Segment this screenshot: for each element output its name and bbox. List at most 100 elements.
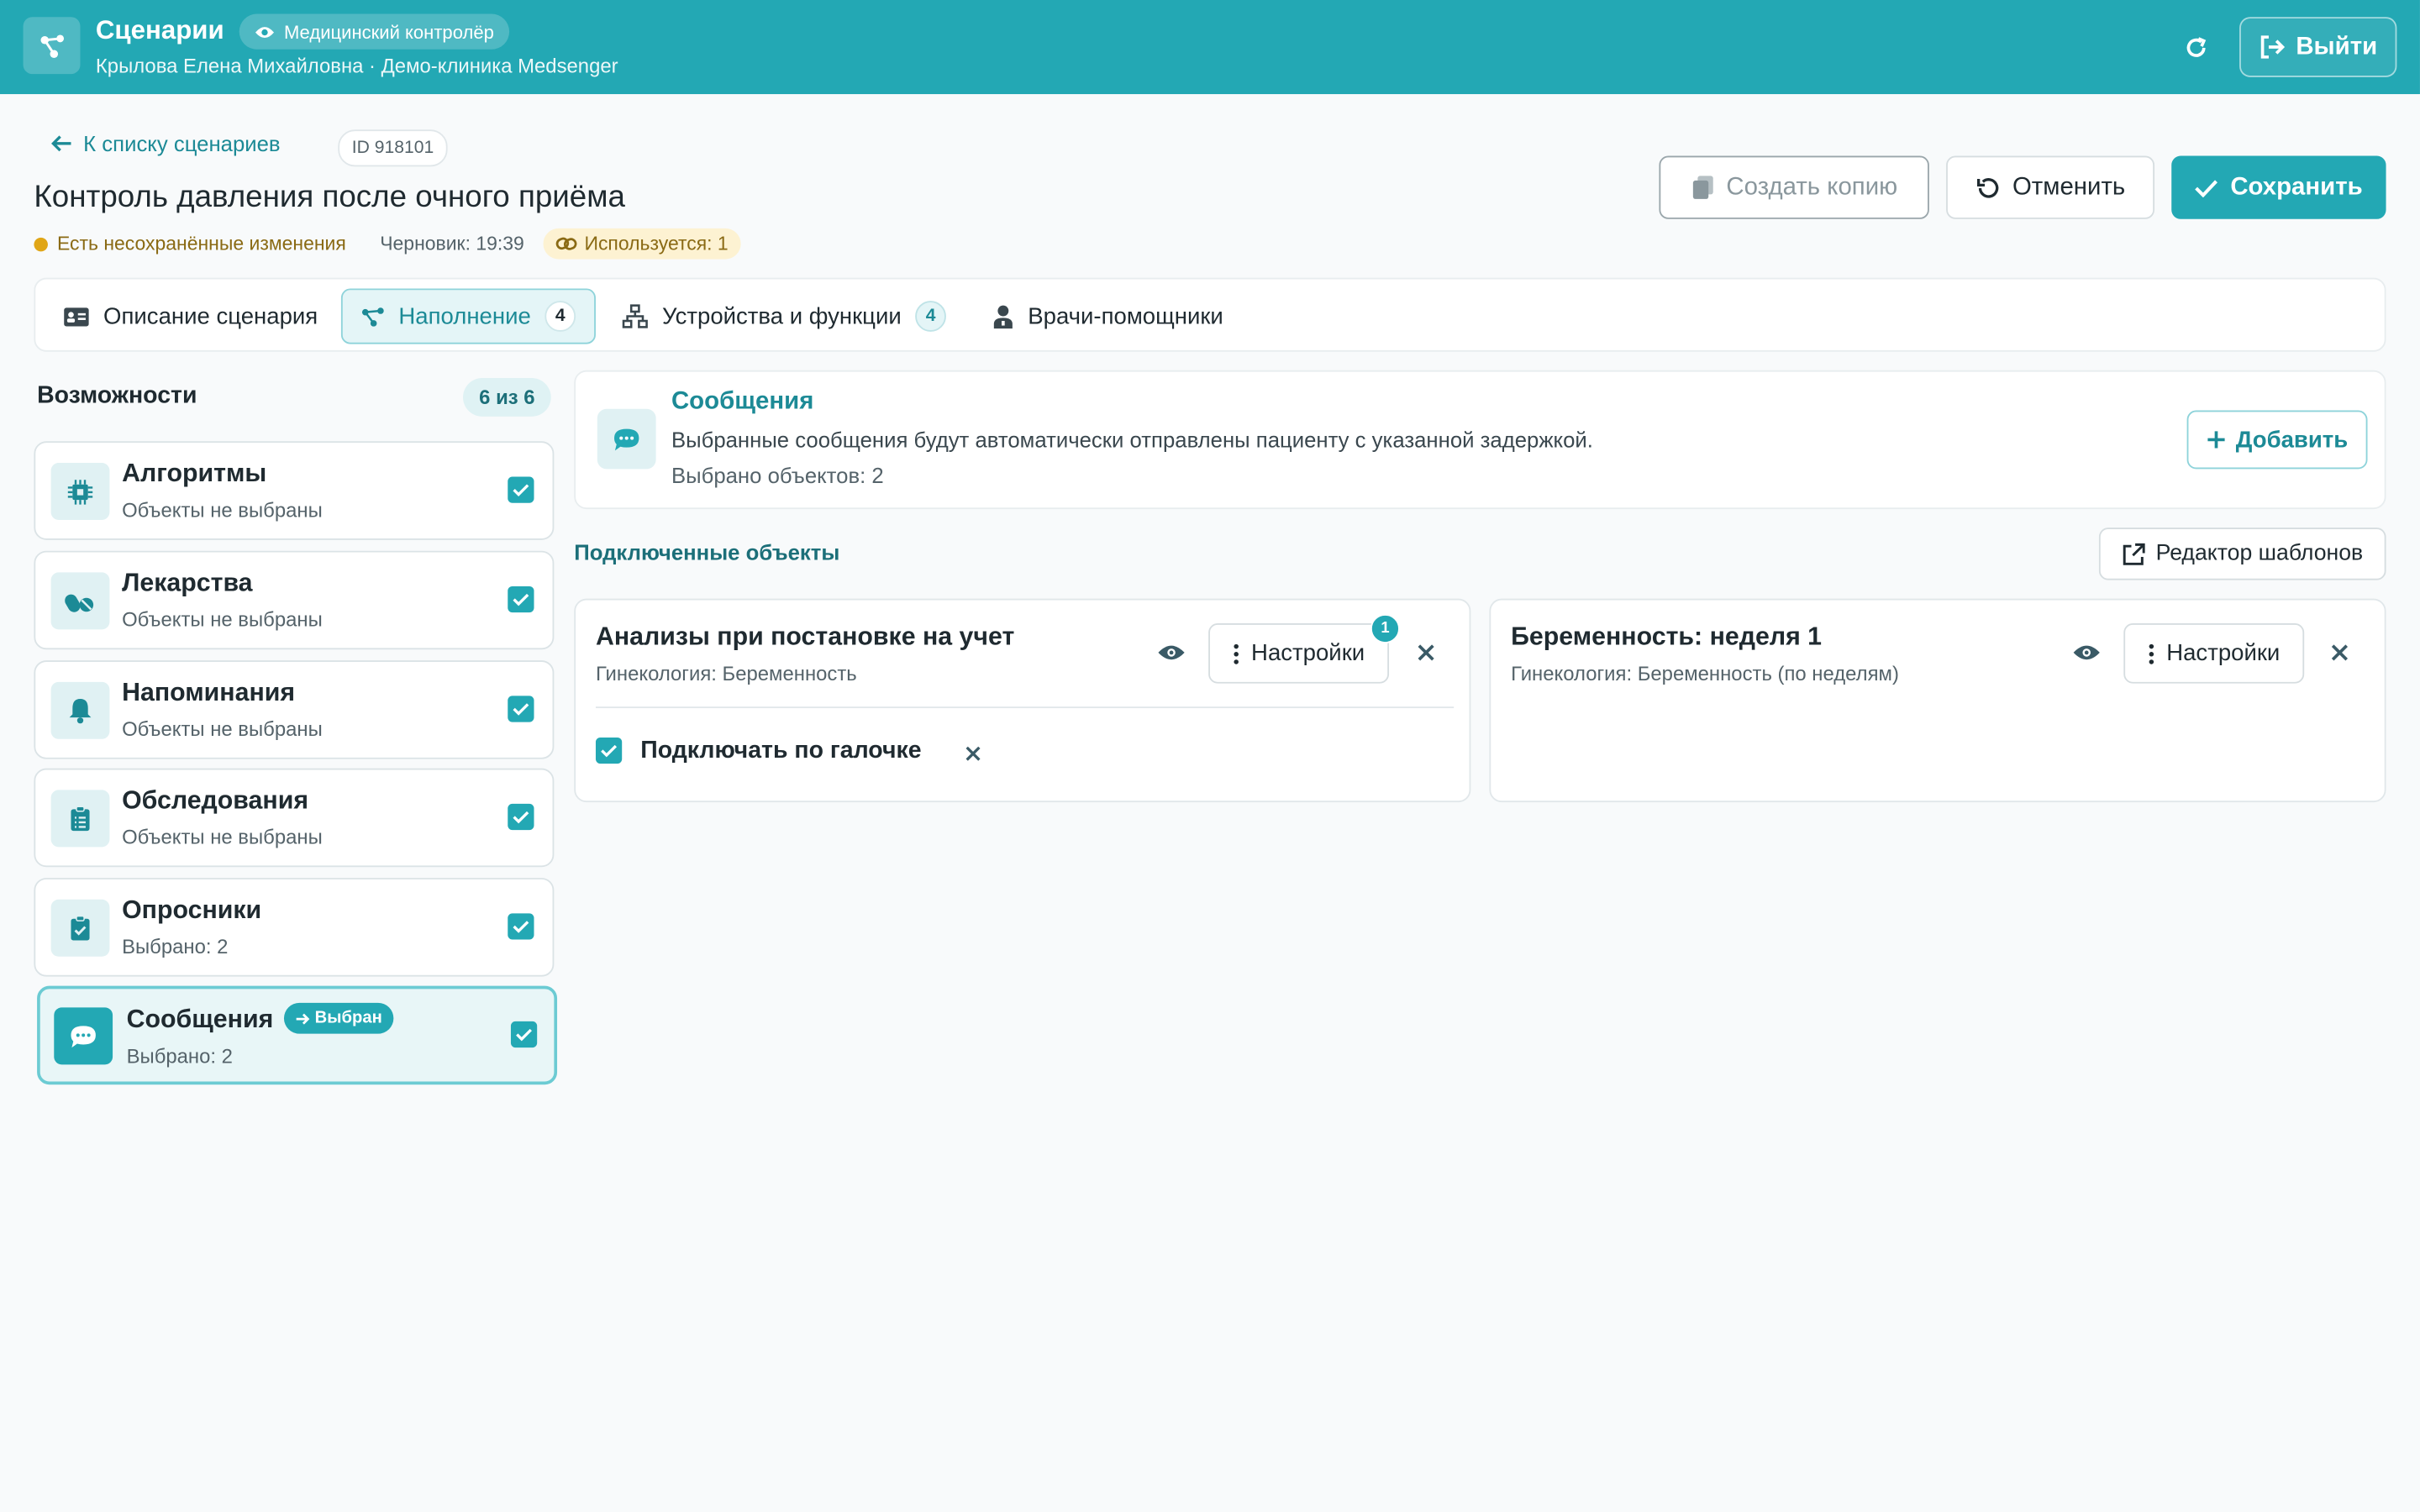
eye-icon[interactable]: [2071, 640, 2102, 664]
object-card: Беременность: неделя 1 Гинекология: Бере…: [1489, 598, 2386, 803]
page: Сценарии Медицинский контролёр Крылова Е…: [0, 0, 2420, 1512]
status-row: Есть несохранённые изменения Черновик: 1…: [34, 228, 741, 260]
close-icon[interactable]: [961, 742, 983, 764]
used-badge: Используется: 1: [542, 228, 741, 260]
option-checkbox[interactable]: [595, 737, 623, 764]
flow-icon: [361, 307, 384, 326]
settings-button[interactable]: Настройки: [2123, 623, 2305, 684]
capability-status: Выбрано: 2: [126, 1044, 233, 1068]
settings-label: Настройки: [2166, 640, 2281, 667]
copy-label: Создать копию: [1726, 173, 1898, 200]
bell-icon: [50, 681, 110, 739]
logout-label: Выйти: [2296, 33, 2378, 60]
used-label: Используется: 1: [584, 233, 729, 255]
role-chip: Медицинский контролёр: [239, 13, 510, 50]
chat-icon: [54, 1007, 113, 1065]
back-link[interactable]: К списку сценариев: [51, 131, 281, 156]
option-label: Подключать по галочке: [640, 737, 922, 764]
logo-icon[interactable]: [23, 17, 81, 75]
capability-questionnaires[interactable]: Опросники Выбрано: 2: [34, 878, 555, 977]
check-icon: [2195, 179, 2218, 197]
draft-time: Черновик: 19:39: [380, 233, 524, 255]
capability-checkbox[interactable]: [508, 913, 534, 940]
capabilities-count: 6 из 6: [463, 377, 551, 417]
arrow-left-icon: [51, 135, 71, 152]
copy-icon: [1691, 176, 1712, 199]
warning-dot-icon: [34, 236, 48, 251]
kebab-icon: [2149, 643, 2154, 664]
capability-status: Объекты не выбраны: [122, 825, 323, 849]
pills-icon: [50, 572, 110, 630]
close-icon[interactable]: [1413, 640, 1438, 664]
id-card-icon: [64, 307, 89, 326]
capability-medications[interactable]: Лекарства Объекты не выбраны: [34, 550, 555, 650]
capabilities-title: Возможности: [37, 382, 197, 409]
selected-badge-label: Выбран: [314, 1009, 382, 1028]
capability-algorithms[interactable]: Алгоритмы Объекты не выбраны: [34, 441, 555, 540]
external-link-icon: [2123, 542, 2145, 564]
logout-button[interactable]: Выйти: [2239, 17, 2397, 77]
notification-badge: 1: [1370, 614, 1400, 643]
tab-label: Врачи-помощники: [1028, 302, 1223, 330]
arrow-right-icon: [296, 1012, 310, 1024]
capability-name: Сообщения: [126, 1005, 274, 1034]
capability-name: Опросники: [122, 896, 262, 925]
user-line: Крылова Елена Михайловна · Демо-клиника …: [95, 54, 618, 77]
chip-icon: [50, 463, 110, 520]
tab-assistants[interactable]: Врачи-помощники: [974, 288, 1242, 344]
logout-icon: [2260, 35, 2285, 59]
kebab-icon: [1233, 643, 1239, 664]
link-icon: [555, 237, 576, 250]
scenario-id: ID 918101: [338, 129, 448, 167]
save-button[interactable]: Сохранить: [2171, 155, 2386, 219]
template-editor-button[interactable]: Редактор шаблонов: [2098, 528, 2386, 580]
object-title: Беременность: неделя 1: [1511, 623, 1823, 652]
refresh-icon[interactable]: [2176, 28, 2217, 68]
close-icon[interactable]: [2328, 640, 2352, 664]
copy-button[interactable]: Создать копию: [1659, 155, 1929, 219]
tab-count: 4: [915, 301, 947, 332]
cancel-label: Отменить: [2012, 173, 2126, 200]
capability-reminders[interactable]: Напоминания Объекты не выбраны: [34, 660, 555, 759]
connected-title: Подключенные объекты: [574, 539, 840, 565]
capability-messages[interactable]: Сообщения Выбран Выбрано: 2: [37, 985, 558, 1085]
add-button[interactable]: Добавить: [2186, 410, 2368, 470]
tab-devices[interactable]: Устройства и функции 4: [603, 288, 965, 344]
tab-label: Устройства и функции: [661, 302, 902, 330]
save-label: Сохранить: [2230, 173, 2363, 200]
messages-panel: Сообщения Выбранные сообщения будут авто…: [574, 370, 2386, 510]
settings-label: Настройки: [1251, 640, 1365, 667]
capability-examinations[interactable]: Обследования Объекты не выбраны: [34, 768, 555, 868]
capability-status: Выбрано: 2: [122, 935, 229, 958]
object-title: Анализы при постановке на учет: [595, 623, 1015, 652]
doctor-icon: [993, 305, 1013, 329]
capability-checkbox[interactable]: [508, 803, 534, 831]
divider: [595, 706, 1455, 709]
capability-checkbox[interactable]: [510, 1021, 538, 1048]
unsaved-label: Есть несохранённые изменения: [56, 233, 346, 255]
plus-icon: [2207, 431, 2225, 449]
capability-name: Напоминания: [122, 679, 296, 707]
eye-icon[interactable]: [1156, 640, 1187, 664]
tab-count: 4: [544, 301, 576, 332]
network-icon: [622, 304, 648, 328]
messages-description: Выбранные сообщения будут автоматически …: [671, 427, 1593, 453]
messages-title: Сообщения: [671, 388, 814, 416]
capability-checkbox[interactable]: [508, 585, 534, 613]
page-title: Контроль давления после очного приёма: [34, 180, 625, 215]
template-editor-label: Редактор шаблонов: [2155, 541, 2364, 567]
unsaved-indicator: Есть несохранённые изменения: [34, 233, 346, 255]
app-title: Сценарии: [95, 15, 224, 45]
settings-button[interactable]: Настройки: [1208, 623, 1390, 684]
capability-checkbox[interactable]: [508, 696, 534, 722]
clipboard-check-icon: [50, 899, 110, 957]
cancel-button[interactable]: Отменить: [1946, 155, 2155, 219]
tab-description[interactable]: Описание сценария: [45, 288, 336, 344]
object-card: Анализы при постановке на учет Гинеколог…: [574, 598, 1471, 803]
capability-checkbox[interactable]: [508, 476, 534, 503]
eye-icon: [255, 26, 275, 38]
chat-icon: [597, 408, 656, 470]
tab-content[interactable]: Наполнение 4: [340, 288, 596, 344]
undo-icon: [1976, 177, 1999, 197]
tab-label: Описание сценария: [103, 302, 318, 330]
